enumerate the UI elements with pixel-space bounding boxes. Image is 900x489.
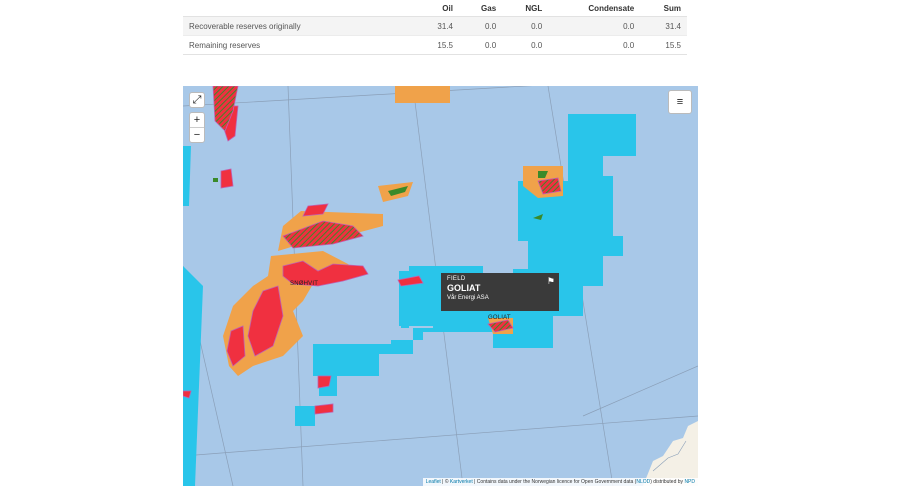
layers-button[interactable]: ≡ xyxy=(668,90,692,114)
reserves-table: Oil Gas NGL Condensate Sum Recoverable r… xyxy=(183,0,687,55)
npd-link[interactable]: NPD xyxy=(684,479,695,485)
column-header-sum: Sum xyxy=(663,3,681,13)
zoom-in-button[interactable]: + xyxy=(190,113,204,127)
coastline xyxy=(643,421,698,486)
popup-type: FIELD xyxy=(447,276,466,282)
field-label-goliat: GOLIAT xyxy=(488,315,511,321)
attribution-text-2: ) distributed by xyxy=(650,479,685,485)
fullscreen-button[interactable]: ⤢ xyxy=(189,92,205,108)
column-header-condensate: Condensate xyxy=(588,3,635,13)
table-row: Remaining reserves 15.5 0.0 0.0 0.0 15.5 xyxy=(183,35,687,55)
cell-ngl: 0.0 xyxy=(502,35,549,55)
column-header-oil: Oil xyxy=(442,3,453,13)
table-row: Recoverable reserves originally 31.4 0.0… xyxy=(183,16,687,36)
fullscreen-icon: ⤢ xyxy=(192,94,202,106)
cell-condensate: 0.0 xyxy=(548,16,641,36)
column-header-ngl: NGL xyxy=(525,3,543,13)
cell-sum: 15.5 xyxy=(640,35,687,55)
cell-gas: 0.0 xyxy=(458,16,503,36)
field-map[interactable]: ⤢ + − ≡ SNØHVIT GOLIAT FIELD GOLIAT Vår … xyxy=(183,86,698,486)
attribution-separator: | © xyxy=(440,479,450,485)
cell-gas: 0.0 xyxy=(458,35,503,55)
cell-condensate: 0.0 xyxy=(548,35,641,55)
green-fields xyxy=(213,171,548,220)
cell-sum: 31.4 xyxy=(640,16,687,36)
popup-operator: Vår Energi ASA xyxy=(447,295,489,301)
cell-oil: 31.4 xyxy=(415,16,459,36)
map-attribution: Leaflet | © Kartverket | Contains data u… xyxy=(422,478,698,486)
cell-ngl: 0.0 xyxy=(502,16,549,36)
cell-oil: 15.5 xyxy=(415,35,459,55)
zoom-control: + − xyxy=(189,112,205,143)
leaflet-link[interactable]: Leaflet xyxy=(426,479,441,485)
kartverket-link[interactable]: Kartverket xyxy=(450,479,473,485)
column-header-gas: Gas xyxy=(481,3,497,13)
row-label: Remaining reserves xyxy=(183,35,415,55)
layers-icon: ≡ xyxy=(676,96,684,108)
field-label-snohvit: SNØHVIT xyxy=(290,281,319,287)
nlod-link[interactable]: NLOD xyxy=(636,479,650,485)
zoom-out-button[interactable]: − xyxy=(190,127,204,142)
map-icon[interactable]: ⚑ xyxy=(547,276,555,287)
reserves-table-container: Oil Gas NGL Condensate Sum Recoverable r… xyxy=(183,0,687,55)
field-popup[interactable]: FIELD GOLIAT Vår Energi ASA ⚑ xyxy=(441,273,559,311)
table-header-row: Oil Gas NGL Condensate Sum xyxy=(183,0,687,17)
row-label: Recoverable reserves originally xyxy=(183,16,415,36)
popup-field-name[interactable]: GOLIAT xyxy=(447,283,553,293)
column-header xyxy=(183,0,415,17)
attribution-text: | Contains data under the Norwegian lice… xyxy=(472,479,637,485)
